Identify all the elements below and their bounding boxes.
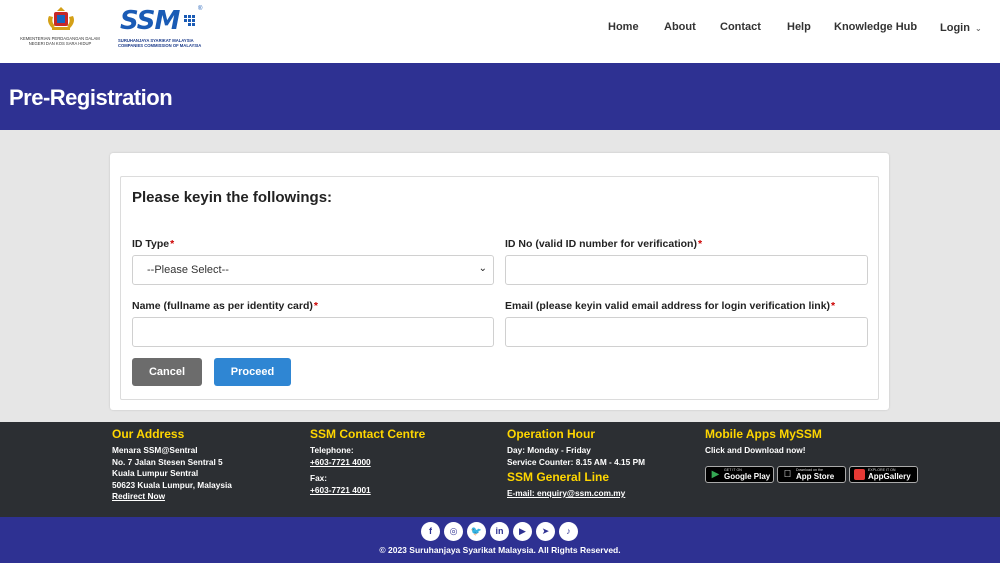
apps-heading: Mobile Apps MySSM — [705, 427, 822, 441]
footer-hours: Operation Hour Day: Monday - Friday Serv… — [507, 428, 645, 500]
general-line-heading: SSM General Line — [507, 470, 610, 484]
footer-contact: SSM Contact Centre Telephone: +603-7721 … — [310, 428, 425, 496]
site-header: KEMENTERIAN PERDAGANGAN DALAM NEGERI DAN… — [0, 0, 1000, 63]
facebook-icon[interactable]: f — [421, 522, 440, 541]
chevron-down-icon: ⌄ — [974, 24, 982, 33]
app-store-badges: ▶ GET IT ON Google Play  Download on th… — [705, 466, 925, 484]
id-type-label: ID Type* — [132, 238, 174, 250]
linkedin-icon[interactable]: in — [490, 522, 509, 541]
id-no-label-text: ID No (valid ID number for verification) — [505, 238, 697, 250]
email-label-text: Email (please keyin valid email address … — [505, 300, 831, 312]
address-line: Menara SSM@Sentral — [112, 445, 198, 455]
ssm-logo[interactable]: SSM ® SURUHANJAYA SYARIKAT MALAYSIA COMP… — [118, 6, 208, 50]
nav-help[interactable]: Help — [787, 21, 811, 33]
nav-knowledge-hub[interactable]: Knowledge Hub — [834, 21, 917, 33]
nav-about[interactable]: About — [664, 21, 696, 33]
required-mark: * — [831, 300, 836, 312]
telephone-link[interactable]: +603-7721 4000 — [310, 457, 425, 469]
instagram-icon[interactable]: ◎ — [444, 522, 463, 541]
apple-icon:  — [782, 469, 793, 480]
address-line: 50623 Kuala Lumpur, Malaysia — [112, 479, 232, 490]
footer-address: Our Address Menara SSM@Sentral No. 7 Jal… — [112, 428, 232, 503]
ssm-dots-icon — [184, 15, 195, 26]
ssm-logo-registered: ® — [198, 6, 203, 12]
tiktok-icon[interactable]: ♪ — [559, 522, 578, 541]
page-banner: Pre-Registration — [0, 63, 1000, 130]
app-store-badge[interactable]:  Download on the App Store — [777, 466, 846, 483]
nav-home[interactable]: Home — [608, 21, 639, 33]
google-play-badge[interactable]: ▶ GET IT ON Google Play — [705, 466, 774, 483]
google-play-icon: ▶ — [711, 469, 720, 480]
nav-login[interactable]: Login ⌄ — [940, 22, 982, 34]
proceed-button[interactable]: Proceed — [214, 358, 291, 386]
chevron-down-icon: ⌄ — [478, 263, 487, 274]
operation-hour-heading: Operation Hour — [507, 427, 596, 441]
form-heading: Please keyin the followings: — [132, 189, 333, 206]
telephone-label: Telephone: — [310, 445, 354, 455]
redirect-now-link[interactable]: Redirect Now — [112, 491, 232, 503]
id-no-label: ID No (valid ID number for verification)… — [505, 238, 702, 250]
youtube-icon[interactable]: ▶ — [513, 522, 532, 541]
site-footer: Our Address Menara SSM@Sentral No. 7 Jal… — [0, 422, 1000, 517]
required-mark: * — [170, 238, 175, 250]
nav-login-label: Login — [940, 22, 970, 34]
registration-card: Please keyin the followings: ID Type* --… — [110, 153, 889, 410]
malaysia-crest-icon — [48, 7, 74, 30]
id-type-select[interactable]: --Please Select-- ⌄ — [132, 255, 494, 285]
ssm-logo-subtitle: SURUHANJAYA SYARIKAT MALAYSIA COMPANIES … — [118, 38, 202, 48]
apps-subtitle: Click and Download now! — [705, 445, 806, 455]
government-logo-text: KEMENTERIAN PERDAGANGAN DALAM NEGERI DAN… — [20, 36, 100, 46]
fax-link[interactable]: +603-7721 4001 — [310, 485, 425, 497]
required-mark: * — [313, 300, 318, 312]
copyright-text: © 2023 Suruhanjaya Syarikat Malaysia. Al… — [379, 545, 621, 555]
name-label: Name (fullname as per identity card)* — [132, 300, 318, 312]
nav-contact[interactable]: Contact — [720, 21, 761, 33]
google-play-label: Google Play — [724, 472, 771, 481]
address-line: No. 7 Jalan Stesen Sentral 5 — [112, 456, 223, 467]
huawei-icon — [854, 469, 865, 480]
name-label-text: Name (fullname as per identity card) — [132, 300, 313, 312]
name-input[interactable] — [132, 317, 494, 347]
address-heading: Our Address — [112, 427, 185, 441]
telegram-icon[interactable]: ➤ — [536, 522, 555, 541]
service-counter-hours: Service Counter: 8.15 AM - 4.15 PM — [507, 456, 646, 467]
contact-heading: SSM Contact Centre — [310, 427, 426, 441]
address-line: Kuala Lumpur Sentral — [112, 468, 199, 478]
operation-days: Day: Monday - Friday — [507, 445, 591, 455]
registration-form: Please keyin the followings: ID Type* --… — [120, 176, 879, 400]
id-type-selected-value: --Please Select-- — [147, 264, 229, 276]
email-input[interactable] — [505, 317, 868, 347]
footer-apps: Mobile Apps MySSM Click and Download now… — [705, 427, 918, 483]
twitter-icon[interactable]: 🐦 — [467, 522, 486, 541]
app-gallery-badge[interactable]: EXPLORE IT ON AppGallery — [849, 466, 918, 483]
id-type-label-text: ID Type — [132, 238, 170, 250]
fax-label: Fax: — [310, 473, 328, 483]
app-gallery-label: AppGallery — [868, 472, 911, 481]
bottom-bar: f ◎ 🐦 in ▶ ➤ ♪ © 2023 Suruhanjaya Syarik… — [0, 517, 1000, 563]
ssm-logo-wordmark: SSM — [120, 6, 180, 36]
page-title: Pre-Registration — [9, 85, 173, 110]
cancel-button[interactable]: Cancel — [132, 358, 202, 386]
government-logo[interactable]: KEMENTERIAN PERDAGANGAN DALAM NEGERI DAN… — [14, 6, 104, 50]
email-link[interactable]: E-mail: enquiry@ssm.com.my — [507, 488, 645, 500]
id-no-input[interactable] — [505, 255, 868, 285]
required-mark: * — [697, 238, 703, 250]
app-store-label: App Store — [796, 472, 835, 481]
email-label: Email (please keyin valid email address … — [505, 300, 835, 312]
